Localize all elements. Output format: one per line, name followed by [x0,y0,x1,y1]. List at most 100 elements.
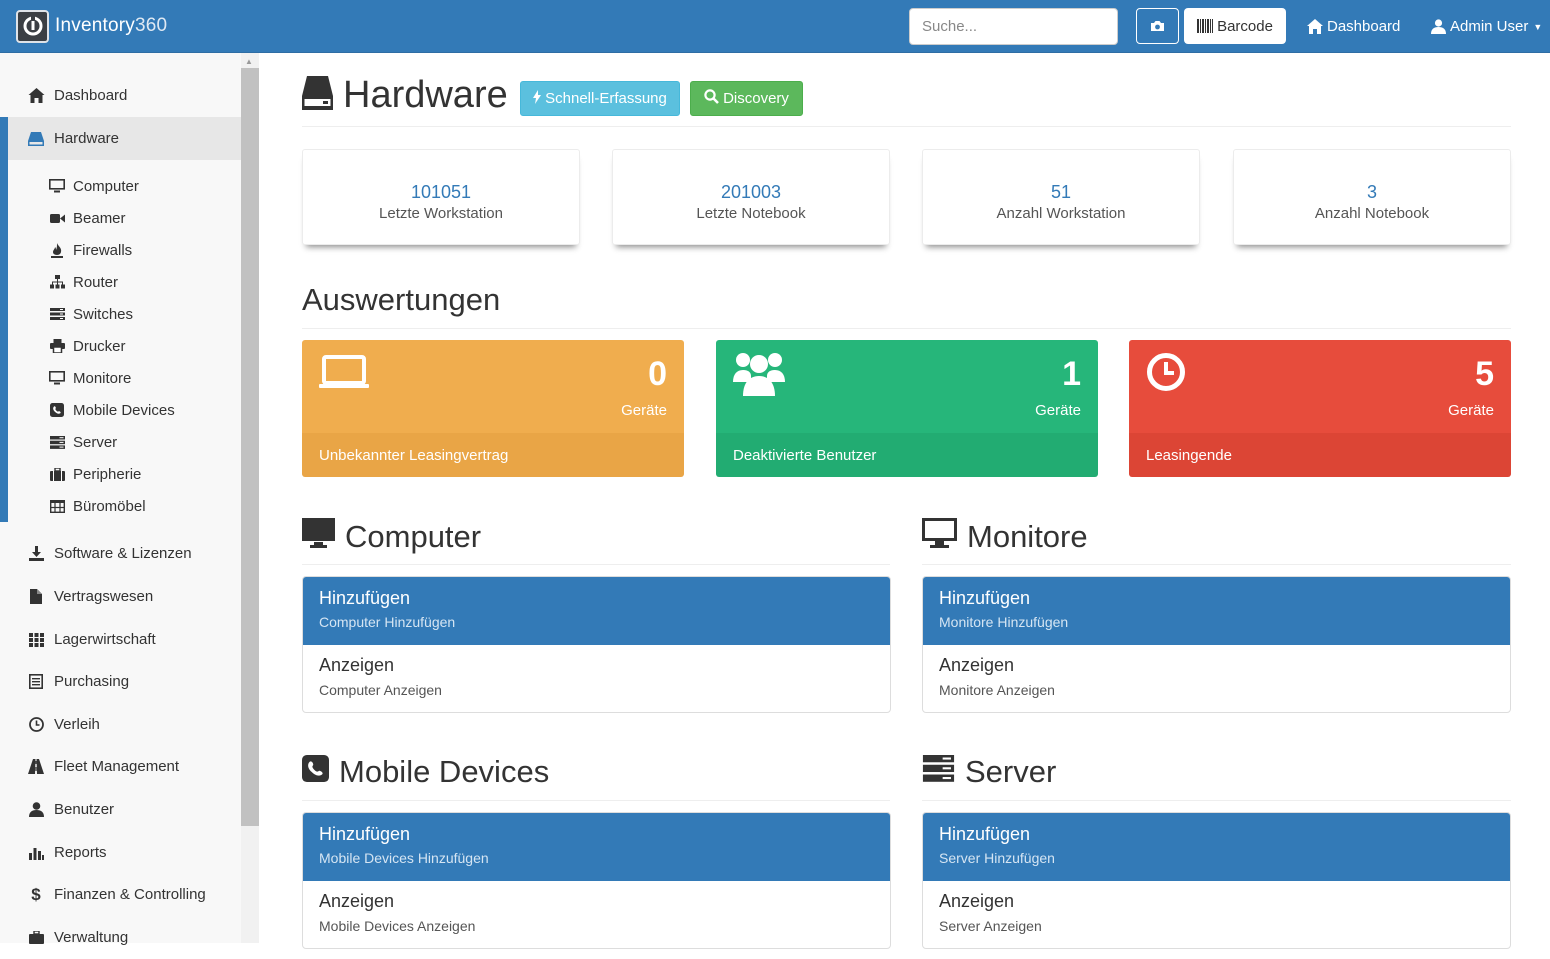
user-icon [1431,19,1446,34]
panel-deactivated-users[interactable]: 1 Geräte Deaktivierte Benutzer [716,340,1098,477]
sidebar-item-dashboard[interactable]: Dashboard [0,74,241,117]
sidebar-subitem-server[interactable]: Server [0,430,241,454]
sidebar-subitem-label: Switches [73,305,134,323]
stat-card-last-workstation[interactable]: 101051 Letzte Workstation [302,149,580,245]
download-icon [27,545,45,563]
section-title: Computer [345,519,482,554]
nav-dashboard-link[interactable]: Dashboard [1307,0,1400,53]
phone-icon [49,402,65,418]
sidebar-subitem-peripherie[interactable]: Peripherie [0,462,241,486]
sitemap-icon [49,274,65,290]
action-subtitle: Computer Anzeigen [319,682,442,698]
mobile-devices-show-link[interactable]: Anzeigen Mobile Devices Anzeigen [303,881,890,948]
panel-unknown-lease[interactable]: 0 Geräte Unbekannter Leasingvertrag [302,340,684,477]
barcode-button[interactable]: Barcode [1184,8,1286,44]
sidebar-item-vertragswesen[interactable]: Vertragswesen [0,575,241,618]
sidebar-item-lagerwirtschaft[interactable]: Lagerwirtschaft [0,618,241,661]
server-icon [49,434,65,450]
sidebar-item-finanzen-controlling[interactable]: $ Finanzen & Controlling [0,873,241,916]
page-header: Hardware [302,74,508,117]
stat-card-last-notebook[interactable]: 201003 Letzte Notebook [612,149,890,245]
sidebar-item-label: Lagerwirtschaft [54,631,156,648]
dollar-icon: $ [31,884,41,904]
hdd-icon [27,130,45,148]
sidebar-item-verleih[interactable]: Verleih [0,703,241,746]
list-alt-icon [27,673,45,691]
sidebar-item-purchasing[interactable]: Purchasing [0,660,241,703]
action-subtitle: Monitore Anzeigen [939,682,1055,698]
discovery-label: Discovery [723,90,789,107]
sidebar-subitem-switches[interactable]: Switches [0,302,241,326]
sidebar-subitem-beamer[interactable]: Beamer [0,206,241,230]
table-icon [49,498,65,514]
top-navbar: Inventory360 Barcode Dashboard Admin Use… [0,0,1550,53]
computer-add-link[interactable]: Hinzufügen Computer Hinzufügen [303,577,890,645]
sidebar-subitem-bueromoebel[interactable]: Büromöbel [0,494,241,518]
action-title: Hinzufügen [319,824,411,844]
sidebar-subitem-drucker[interactable]: Drucker [0,334,241,358]
sidebar-item-label: Hardware [54,130,120,147]
section-title: Server [965,754,1057,789]
stat-label: Anzahl Notebook [1314,205,1430,222]
sidebar-subitem-label: Computer [73,177,139,195]
sidebar-item-fleet-management[interactable]: Fleet Management [0,745,241,788]
sidebar-subitem-computer[interactable]: Computer [0,174,241,198]
sidebar-subitem-monitore[interactable]: Monitore [0,366,241,390]
action-subtitle: Computer Hinzufügen [319,614,456,630]
phone-icon [302,754,329,790]
server-show-link[interactable]: Anzeigen Server Anzeigen [923,881,1510,948]
brand-link[interactable]: Inventory360 [16,9,168,43]
stat-value: 101051 [410,182,472,202]
sidebar-item-label: Dashboard [54,87,128,104]
divider [922,800,1511,801]
server-add-link[interactable]: Hinzufügen Server Hinzufügen [923,813,1510,881]
panel-lease-end[interactable]: 5 Geräte Leasingende [1129,340,1511,477]
sidebar-scrollbar-thumb[interactable] [241,68,259,826]
barcode-label: Barcode [1217,17,1273,35]
stat-label: Letzte Workstation [379,205,503,222]
sidebar-item-verwaltung[interactable]: Verwaltung [0,916,241,959]
flash-icon [533,89,542,108]
stats-icon [27,844,45,862]
divider [302,800,890,801]
stat-card-workstation-count[interactable]: 51 Anzahl Workstation [922,149,1200,245]
monitor-icon [49,178,65,194]
monitore-actions: Hinzufügen Monitore Hinzufügen Anzeigen … [922,576,1511,713]
action-title: Anzeigen [939,891,1015,911]
quick-capture-button[interactable]: Schnell-Erfassung [520,81,680,116]
monitore-add-link[interactable]: Hinzufügen Monitore Hinzufügen [923,577,1510,645]
clock-icon [1146,352,1186,397]
discovery-button[interactable]: Discovery [690,81,803,116]
computer-show-link[interactable]: Anzeigen Computer Anzeigen [303,645,890,712]
section-mobile-devices-heading: Mobile Devices [302,754,549,790]
sidebar-item-reports[interactable]: Reports [0,831,241,874]
sidebar-item-benutzer[interactable]: Benutzer [0,788,241,831]
laptop-icon [319,354,369,395]
section-title: Mobile Devices [339,754,550,789]
users-icon [733,350,785,401]
sidebar-item-label: Reports [54,844,107,861]
sidebar-item-software-lizenzen[interactable]: Software & Lizenzen [0,532,241,575]
stat-card-notebook-count[interactable]: 3 Anzahl Notebook [1233,149,1511,245]
camera-button[interactable] [1136,8,1179,44]
sidebar-subitem-router[interactable]: Router [0,270,241,294]
action-subtitle: Server Hinzufügen [939,850,1055,866]
evaluations-heading: Auswertungen [302,282,501,317]
user-menu-dropdown[interactable]: Admin User ▼ [1431,0,1542,53]
monitore-show-link[interactable]: Anzeigen Monitore Anzeigen [923,645,1510,712]
mobile-devices-add-link[interactable]: Hinzufügen Mobile Devices Hinzufügen [303,813,890,881]
sidebar-subitem-firewalls[interactable]: Firewalls [0,238,241,262]
computer-actions: Hinzufügen Computer Hinzufügen Anzeigen … [302,576,891,713]
tasks-icon [49,306,65,322]
file-icon [27,588,45,606]
brand-name: Inventory360 [55,15,168,36]
sidebar-item-hardware[interactable]: Hardware [8,117,241,160]
divider [922,564,1511,565]
stat-label: Letzte Notebook [696,205,806,222]
scroll-up-arrow-icon[interactable]: ▲ [245,57,253,66]
search-input[interactable] [909,8,1118,45]
fire-icon [49,242,65,258]
sidebar-subitem-mobile-devices[interactable]: Mobile Devices [0,398,241,422]
sidebar-item-label: Fleet Management [54,758,180,775]
panel-unit: Geräte [1448,402,1494,419]
